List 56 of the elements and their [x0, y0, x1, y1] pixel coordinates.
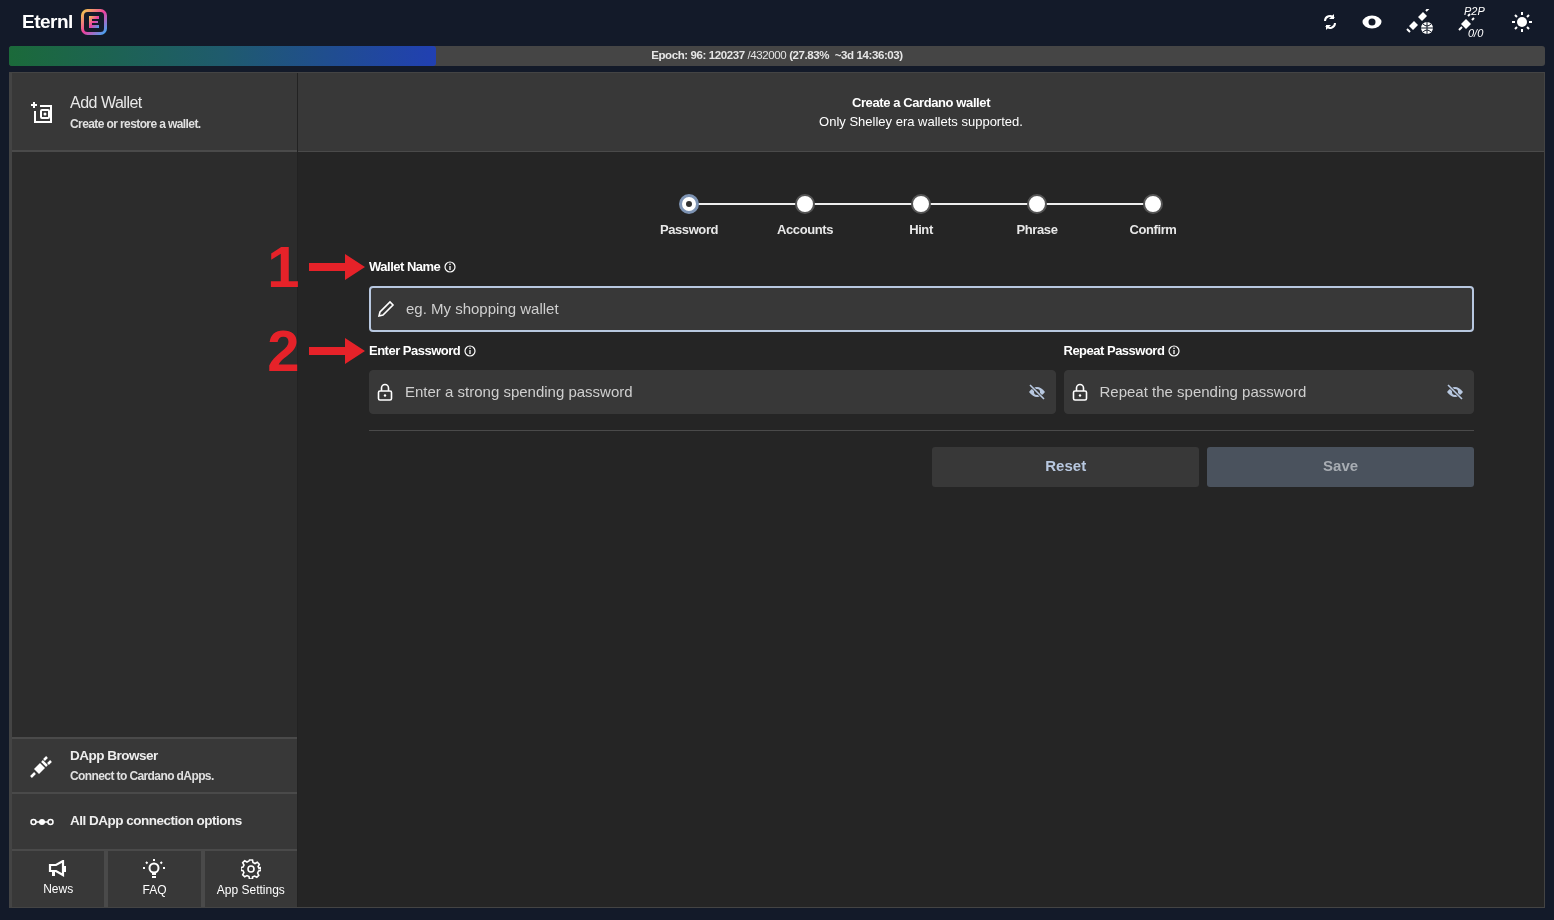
- step-dot[interactable]: [679, 194, 699, 214]
- peer-count: 0/0: [1468, 25, 1484, 41]
- info-icon[interactable]: [1168, 344, 1181, 357]
- sidebar-title: Add Wallet: [70, 92, 143, 113]
- dapp-browser-subtitle: Connect to Cardano dApps.: [70, 767, 214, 785]
- footer-button[interactable]: News: [12, 851, 105, 907]
- sync-icon[interactable]: [1322, 13, 1338, 31]
- page-title: Create a Cardano wallet: [850, 93, 992, 112]
- eye-icon[interactable]: [1362, 15, 1382, 29]
- annotation-number: 1: [267, 237, 299, 296]
- step-label: Password: [659, 221, 719, 239]
- arrow-icon: [309, 253, 365, 280]
- logo-icon: [80, 9, 107, 35]
- dapp-options-label: All DApp connection options: [70, 812, 242, 831]
- app-name: Eternl: [22, 9, 73, 34]
- field-label: Repeat Password: [1063, 341, 1165, 360]
- plug-icon[interactable]: [1458, 13, 1476, 31]
- hidden-eye-icon[interactable]: [1027, 383, 1046, 400]
- megaphone-icon: [48, 860, 69, 878]
- footer-button[interactable]: FAQ: [108, 851, 201, 907]
- lock-icon: [377, 382, 393, 401]
- field-label: Wallet Name: [369, 257, 441, 276]
- plug-globe-icon[interactable]: [1406, 9, 1434, 35]
- epoch-text: Epoch: 96: 120237 /432000 (27.83% ~3d 14:36:03): [651, 48, 903, 64]
- info-icon[interactable]: [464, 344, 477, 357]
- step-label: Accounts: [777, 221, 833, 239]
- input-field[interactable]: Repeat the spending password: [1063, 369, 1474, 414]
- dapp-browser-title: DApp Browser: [70, 747, 159, 766]
- step-dot[interactable]: [911, 194, 931, 214]
- dapp-browser-item[interactable]: DApp Browser Connect to Cardano dApps.: [12, 737, 297, 792]
- arrow-icon: [309, 337, 365, 364]
- hidden-eye-icon[interactable]: [1446, 383, 1464, 400]
- step-label: Confirm: [1129, 221, 1177, 239]
- form-button[interactable]: Reset: [932, 446, 1200, 487]
- annotation-number: 2: [267, 321, 299, 380]
- sun-icon[interactable]: [1512, 12, 1532, 32]
- lightbulb-icon: [143, 859, 166, 879]
- input-field[interactable]: Enter a strong spending password: [369, 369, 1056, 414]
- field-label: Enter Password: [369, 341, 461, 360]
- step-dot[interactable]: [1143, 194, 1163, 214]
- page-subtitle: Only Shelley era wallets supported.: [818, 113, 1024, 131]
- p2p-label: P2P: [1464, 4, 1485, 19]
- step-label: Hint: [909, 221, 933, 239]
- settings-icon: [240, 859, 261, 879]
- connection-dots-icon: [30, 817, 54, 826]
- lock-icon: [1071, 382, 1088, 401]
- pencil-icon: [377, 299, 395, 318]
- dapp-options-item[interactable]: All DApp connection options: [12, 792, 297, 849]
- footer-button[interactable]: App Settings: [204, 851, 297, 907]
- plug-icon: [30, 753, 54, 778]
- info-icon[interactable]: [444, 260, 457, 273]
- step-dot[interactable]: [1027, 194, 1047, 214]
- add-wallet-icon: [30, 99, 54, 124]
- step-dot[interactable]: [795, 194, 815, 214]
- sidebar-subtitle: Create or restore a wallet.: [70, 115, 201, 133]
- step-label: Phrase: [1016, 221, 1058, 239]
